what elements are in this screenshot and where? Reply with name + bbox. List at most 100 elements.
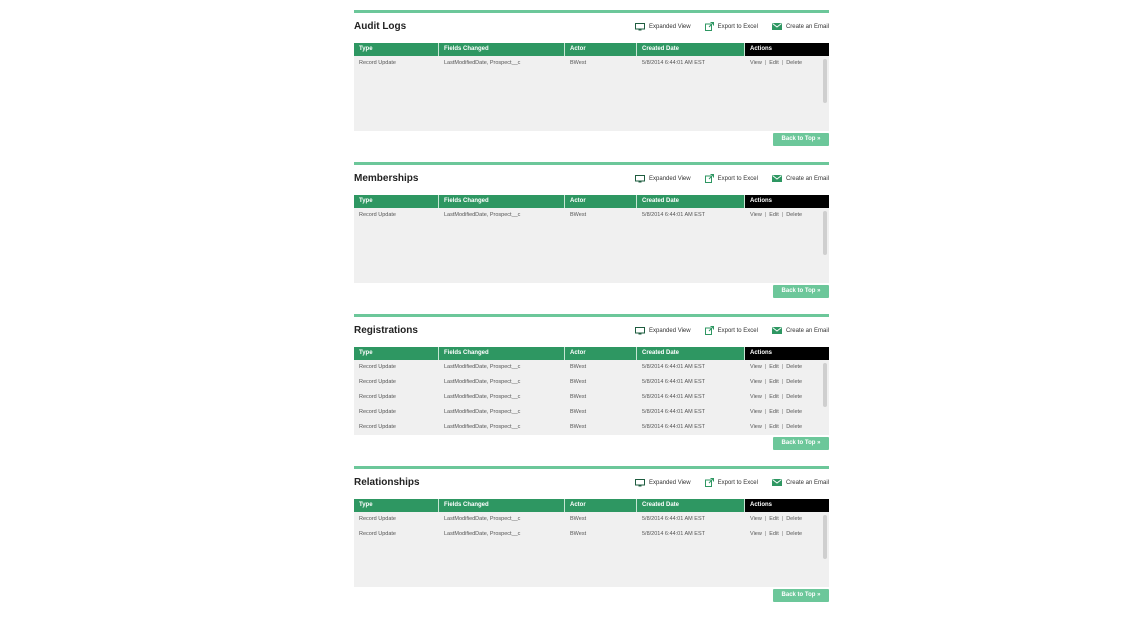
- cell-created-date: 5/8/2014 6:44:01 AM EST: [642, 364, 705, 370]
- delete-link[interactable]: Delete: [786, 531, 802, 537]
- view-link[interactable]: View: [750, 424, 762, 430]
- back-to-top-button[interactable]: Back to Top »: [773, 589, 829, 602]
- cell-actions: View | Edit | Delete: [745, 420, 829, 435]
- column-header-actor[interactable]: Actor: [565, 499, 637, 512]
- section-top-border: [354, 10, 829, 13]
- delete-link[interactable]: Delete: [786, 364, 802, 370]
- column-header-type[interactable]: Type: [354, 43, 439, 56]
- view-link[interactable]: View: [750, 394, 762, 400]
- table-row: Record Update LastModifiedDate, Prospect…: [354, 360, 829, 375]
- back-to-top-button[interactable]: Back to Top »: [773, 133, 829, 146]
- view-link[interactable]: View: [750, 212, 762, 218]
- edit-link[interactable]: Edit: [769, 364, 778, 370]
- column-header-actor[interactable]: Actor: [565, 347, 637, 360]
- cell-actor: BWest: [570, 60, 587, 66]
- view-link[interactable]: View: [750, 516, 762, 522]
- create-email-button[interactable]: Create an Email: [771, 22, 829, 31]
- create-email-label: Create an Email: [785, 327, 829, 334]
- external-link-icon: [704, 174, 714, 183]
- cell-actions: View | Edit | Delete: [745, 512, 829, 527]
- back-to-top-button[interactable]: Back to Top »: [773, 437, 829, 450]
- cell-fields-changed: LastModifiedDate, Prospect__c: [444, 364, 521, 370]
- section-audit-logs: Audit Logs Expanded View Export to Excel…: [354, 10, 829, 162]
- monitor-icon: [635, 326, 646, 335]
- vertical-scrollbar[interactable]: [823, 363, 827, 407]
- export-to-excel-button[interactable]: Export to Excel: [704, 478, 758, 487]
- cell-type: Record Update: [359, 424, 396, 430]
- column-header-actor[interactable]: Actor: [565, 43, 637, 56]
- column-header-fields-changed[interactable]: Fields Changed: [439, 195, 565, 208]
- delete-link[interactable]: Delete: [786, 516, 802, 522]
- column-header-created-date[interactable]: Created Date: [637, 43, 745, 56]
- expanded-view-button[interactable]: Expanded View: [635, 478, 691, 487]
- edit-link[interactable]: Edit: [769, 531, 778, 537]
- separator: |: [764, 394, 767, 400]
- expanded-view-button[interactable]: Expanded View: [635, 22, 691, 31]
- export-to-excel-button[interactable]: Export to Excel: [704, 22, 758, 31]
- table-row: Record Update LastModifiedDate, Prospect…: [354, 527, 829, 542]
- vertical-scrollbar[interactable]: [823, 515, 827, 559]
- column-header-actions: Actions: [745, 43, 829, 56]
- cell-created-date: 5/8/2014 6:44:01 AM EST: [642, 60, 705, 66]
- delete-link[interactable]: Delete: [786, 212, 802, 218]
- export-to-excel-button[interactable]: Export to Excel: [704, 326, 758, 335]
- expanded-view-label: Expanded View: [649, 175, 691, 182]
- column-header-fields-changed[interactable]: Fields Changed: [439, 43, 565, 56]
- separator: |: [781, 364, 784, 370]
- cell-actor: BWest: [570, 212, 587, 218]
- separator: |: [781, 394, 784, 400]
- separator: |: [764, 516, 767, 522]
- column-header-fields-changed[interactable]: Fields Changed: [439, 499, 565, 512]
- edit-link[interactable]: Edit: [769, 379, 778, 385]
- separator: |: [764, 212, 767, 218]
- column-header-created-date[interactable]: Created Date: [637, 499, 745, 512]
- monitor-icon: [635, 174, 646, 183]
- edit-link[interactable]: Edit: [769, 60, 778, 66]
- section-memberships: Memberships Expanded View Export to Exce…: [354, 162, 829, 314]
- delete-link[interactable]: Delete: [786, 409, 802, 415]
- edit-link[interactable]: Edit: [769, 212, 778, 218]
- column-header-type[interactable]: Type: [354, 195, 439, 208]
- create-email-button[interactable]: Create an Email: [771, 326, 829, 335]
- cell-created-date: 5/8/2014 6:44:01 AM EST: [642, 212, 705, 218]
- table-row: Record Update LastModifiedDate, Prospect…: [354, 375, 829, 390]
- separator: |: [764, 379, 767, 385]
- view-link[interactable]: View: [750, 364, 762, 370]
- expanded-view-label: Expanded View: [649, 23, 691, 30]
- section-title: Registrations: [354, 325, 418, 336]
- delete-link[interactable]: Delete: [786, 424, 802, 430]
- create-email-button[interactable]: Create an Email: [771, 478, 829, 487]
- cell-created-date: 5/8/2014 6:44:01 AM EST: [642, 516, 705, 522]
- column-header-fields-changed[interactable]: Fields Changed: [439, 347, 565, 360]
- edit-link[interactable]: Edit: [769, 394, 778, 400]
- back-to-top-button[interactable]: Back to Top »: [773, 285, 829, 298]
- create-email-button[interactable]: Create an Email: [771, 174, 829, 183]
- edit-link[interactable]: Edit: [769, 516, 778, 522]
- table-body: Record Update LastModifiedDate, Prospect…: [354, 360, 829, 435]
- expanded-view-button[interactable]: Expanded View: [635, 174, 691, 183]
- view-link[interactable]: View: [750, 60, 762, 66]
- column-header-type[interactable]: Type: [354, 347, 439, 360]
- edit-link[interactable]: Edit: [769, 424, 778, 430]
- delete-link[interactable]: Delete: [786, 394, 802, 400]
- edit-link[interactable]: Edit: [769, 409, 778, 415]
- vertical-scrollbar[interactable]: [823, 211, 827, 255]
- column-header-created-date[interactable]: Created Date: [637, 195, 745, 208]
- column-header-actor[interactable]: Actor: [565, 195, 637, 208]
- view-link[interactable]: View: [750, 409, 762, 415]
- section-toolbar: Expanded View Export to Excel Create an …: [635, 326, 829, 335]
- column-header-created-date[interactable]: Created Date: [637, 347, 745, 360]
- envelope-icon: [771, 23, 782, 30]
- delete-link[interactable]: Delete: [786, 60, 802, 66]
- export-to-excel-button[interactable]: Export to Excel: [704, 174, 758, 183]
- vertical-scrollbar[interactable]: [823, 59, 827, 103]
- column-header-type[interactable]: Type: [354, 499, 439, 512]
- expanded-view-button[interactable]: Expanded View: [635, 326, 691, 335]
- section-toolbar: Expanded View Export to Excel Create an …: [635, 22, 829, 31]
- separator: |: [781, 212, 784, 218]
- view-link[interactable]: View: [750, 531, 762, 537]
- view-link[interactable]: View: [750, 379, 762, 385]
- delete-link[interactable]: Delete: [786, 379, 802, 385]
- cell-actions: View | Edit | Delete: [745, 360, 829, 375]
- cell-created-date: 5/8/2014 6:44:01 AM EST: [642, 531, 705, 537]
